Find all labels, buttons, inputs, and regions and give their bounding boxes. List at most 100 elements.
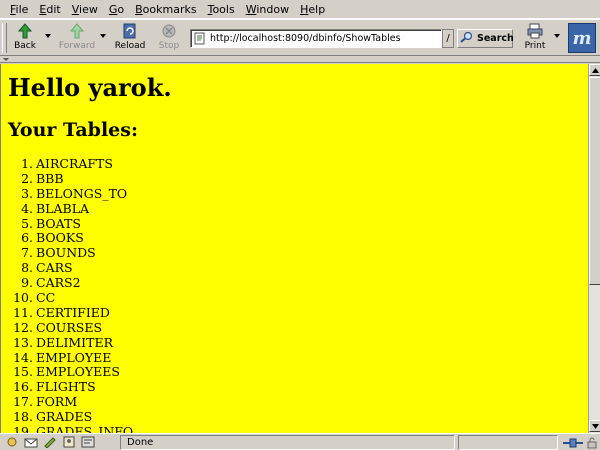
table-list-item: 18. GRADES [9, 409, 133, 425]
table-list-item: 19. GRADES_INFO [9, 424, 134, 433]
table-list-item: 12. COURSES [9, 319, 133, 336]
list-number: 16. [13, 379, 33, 395]
menu-edit[interactable]: Edit [39, 0, 60, 19]
table-list-item: 3. BELONGS_TO [9, 185, 133, 202]
list-number: 12. [13, 319, 33, 335]
table-list-item: 7. BOUNDS [9, 245, 133, 261]
table-list-item: 14. EMPLOYEE [9, 349, 133, 366]
composer-icon[interactable] [42, 435, 58, 449]
table-list-item: 15. EMPLOYEES [9, 365, 133, 380]
table-name: CERTIFIED [36, 304, 110, 320]
menu-bar: File Edit View Go Bookmarks Tools Window Help [0, 0, 600, 19]
toolbar-grip[interactable] [2, 23, 7, 53]
navigation-toolbar: Back Forward Reload Stop http://localhos… [0, 19, 600, 56]
list-number: 5. [21, 215, 33, 231]
table-list-item: 10. CC [9, 290, 133, 306]
mozilla-logo[interactable]: m [568, 23, 596, 53]
list-number: 7. [21, 245, 33, 261]
collapse-triangle-icon [3, 58, 9, 61]
address-bar[interactable]: http://localhost:8090/dbinfo/ShowTables [190, 29, 442, 48]
address-book-icon[interactable] [61, 435, 77, 449]
reload-label: Reload [114, 41, 146, 51]
mail-icon[interactable] [23, 435, 39, 449]
table-list-item: 17. FORM [9, 394, 133, 410]
table-name: BBB [36, 170, 64, 186]
status-text: Done [120, 435, 455, 450]
scroll-down-button[interactable] [589, 420, 600, 432]
navigator-icon[interactable] [4, 435, 20, 449]
table-name: BOATS [36, 215, 81, 231]
menu-bookmarks[interactable]: Bookmarks [135, 0, 196, 19]
toolbar-collapse-bar[interactable] [0, 57, 600, 63]
page-content: Hello yarok. Your Tables: 1. AIRCRAFTS 2. B… [0, 64, 588, 433]
table-name: GRADES_INFO [36, 424, 134, 433]
table-list-item: 16. FLIGHTS [9, 379, 133, 395]
menu-window[interactable]: Window [246, 0, 289, 19]
stop-icon [159, 22, 179, 40]
table-list-item: 9. CARS2 [9, 275, 133, 291]
stop-button[interactable]: Stop [156, 22, 182, 54]
list-number: 6. [21, 230, 33, 246]
list-number: 11. [13, 304, 33, 320]
print-icon [525, 22, 545, 40]
print-button[interactable]: Print [522, 22, 548, 54]
table-list-item: 1. AIRCRAFTS [9, 156, 133, 172]
back-button[interactable]: Back [12, 22, 38, 54]
table-list-item: 4. BLABLA [9, 200, 133, 217]
table-name: CARS [36, 260, 73, 276]
table-list-item: 2. BBB [9, 170, 133, 187]
list-number: 2. [21, 170, 33, 186]
table-list-item: 5. BOATS [9, 215, 133, 232]
menu-go[interactable]: Go [109, 0, 124, 19]
table-list-item: 8. CARS [9, 260, 133, 276]
table-name: COURSES [36, 319, 103, 335]
table-name: BELONGS_TO [36, 185, 128, 201]
table-name: BOOKS [36, 230, 84, 246]
list-number: 14. [13, 349, 33, 365]
table-name: DELIMITER [36, 334, 113, 350]
table-name: BLABLA [36, 200, 90, 216]
print-options-dropdown[interactable] [554, 34, 560, 38]
page-heading: Hello yarok. [8, 73, 172, 102]
back-icon [15, 22, 35, 40]
menu-view[interactable]: View [72, 0, 98, 19]
table-name: CC [36, 290, 56, 306]
table-list-item: 11. CERTIFIED [9, 304, 133, 321]
forward-button[interactable]: Forward [58, 22, 96, 54]
arrow-up-icon [591, 67, 599, 73]
forward-history-dropdown[interactable] [100, 34, 106, 38]
scroll-up-button[interactable] [589, 64, 600, 76]
list-number: 3. [21, 185, 33, 201]
arrow-down-icon [591, 423, 599, 429]
list-number: 13. [13, 334, 33, 350]
list-number: 1. [21, 156, 33, 171]
page-proxy-icon [194, 32, 206, 45]
reload-button[interactable]: Reload [114, 22, 146, 54]
scrollbar-thumb[interactable] [589, 77, 600, 285]
forward-icon [67, 22, 87, 40]
search-label: Search [477, 33, 514, 44]
address-history-dropdown[interactable]: / [442, 29, 454, 48]
list-number: 4. [21, 200, 33, 216]
print-label: Print [524, 41, 546, 51]
tables-list: 1. AIRCRAFTS 2. BBB 3. BELONGS_TO 4. BLABLA 5. BO… [9, 156, 134, 433]
table-name: BOUNDS [36, 245, 96, 261]
list-number: 10. [13, 290, 33, 306]
vertical-scrollbar[interactable] [588, 64, 600, 433]
menu-file[interactable]: File [10, 0, 28, 19]
status-bar: Done [0, 433, 600, 450]
table-name: AIRCRAFTS [36, 156, 113, 171]
table-name: CARS2 [36, 275, 81, 291]
menu-help[interactable]: Help [300, 0, 325, 19]
chat-icon[interactable] [80, 435, 96, 449]
table-list-item: 6. BOOKS [9, 231, 133, 246]
progress-meter [458, 435, 558, 450]
list-number: 19. [13, 424, 33, 433]
table-name: EMPLOYEES [36, 364, 120, 380]
address-url: http://localhost:8090/dbinfo/ShowTables [210, 33, 401, 44]
search-button[interactable]: Search [457, 29, 514, 48]
table-list-item: 13. DELIMITER [9, 334, 133, 351]
menu-tools[interactable]: Tools [208, 0, 235, 19]
online-status-icon[interactable] [562, 436, 584, 449]
back-history-dropdown[interactable] [45, 34, 51, 38]
